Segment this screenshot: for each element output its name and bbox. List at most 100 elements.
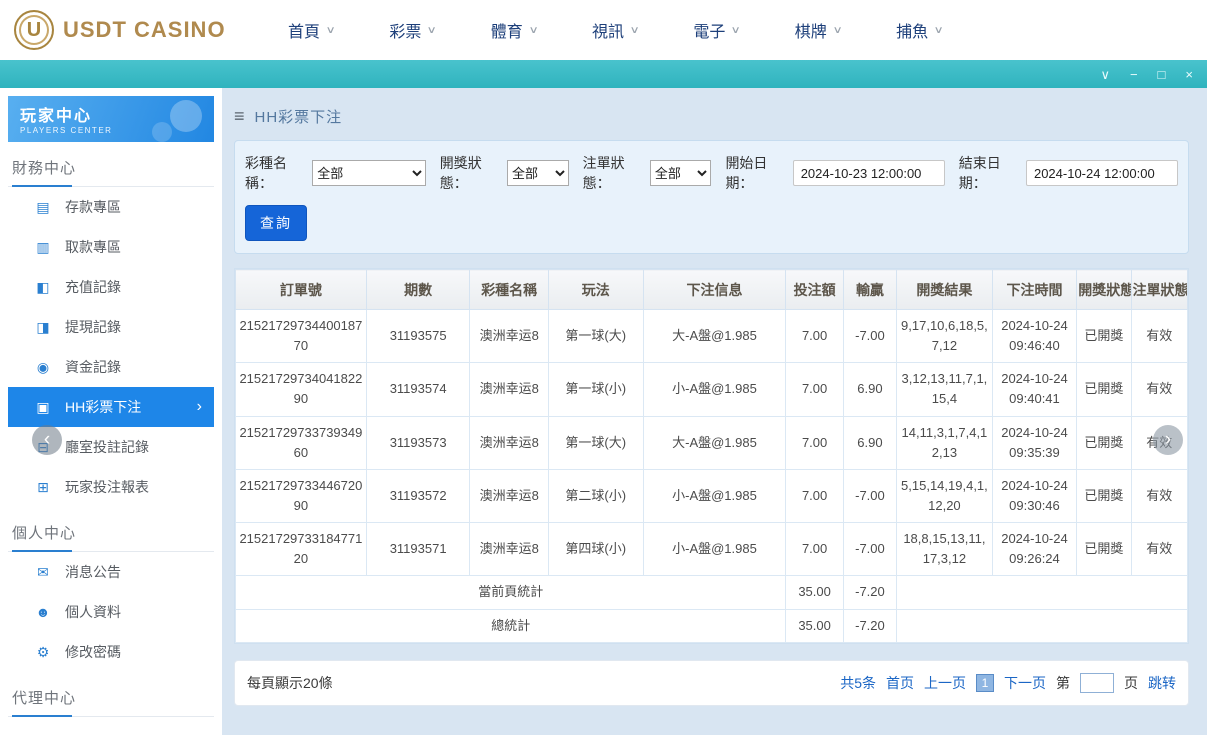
table-cell: 已開獎 <box>1076 468 1132 524</box>
table-cell: 第四球(小) <box>547 522 644 577</box>
table-row: 2152172973373934960 31193573 澳洲幸运8 第一球(大) 大-… <box>235 415 1189 470</box>
nav-item-label: 電子 <box>693 24 726 41</box>
window-dropdown-button[interactable]: ∨ <box>1100 68 1110 81</box>
table-cell: 大-A盤@1.985 <box>642 308 787 364</box>
lottery-name-select[interactable]: 全部 <box>312 160 426 186</box>
end-date-label: 結束日期： <box>958 155 1001 191</box>
nav-item-home[interactable]: 首頁 ∨ <box>288 18 336 42</box>
table-cell: 7.00 <box>785 468 844 524</box>
start-date-input[interactable] <box>792 160 945 186</box>
table-cell: 31193575 <box>365 308 471 364</box>
draw-status-select[interactable]: 全部 <box>507 160 569 186</box>
sidebar-item-hh-lottery-bets[interactable]: ▣ HH彩票下注 › <box>8 387 214 427</box>
summary-bet-total: 35.00 <box>785 575 844 610</box>
pagination-controls: 共5条 首页 上一页 1 下一页 第 页 跳转 <box>840 672 1176 693</box>
sidebar-item-withdraw[interactable]: ▥ 取款專區 <box>8 227 214 267</box>
sidebar-item-label: 存款專區 <box>65 199 121 215</box>
page-suffix-label: 页 <box>1124 674 1138 691</box>
table-cell: 有效 <box>1130 362 1189 417</box>
next-page-link[interactable]: 下一页 <box>1004 673 1046 693</box>
withdrawal-records-icon: ◨ <box>36 318 50 335</box>
column-header: 下注時間 <box>991 269 1078 310</box>
first-page-link[interactable]: 首页 <box>886 673 914 693</box>
table-cell: 2152172973373934960 <box>235 415 367 470</box>
order-status-select[interactable]: 全部 <box>649 160 712 186</box>
table-body: 2152172973440018770 31193575 澳洲幸运8 第一球(大) 大-… <box>235 308 1189 577</box>
column-header: 開獎狀態 <box>1076 269 1132 310</box>
nav-item-fishing[interactable]: 捕魚 ∨ <box>896 18 944 42</box>
table-row: 2152172973318477120 31193571 澳洲幸运8 第四球(小) 小-… <box>235 522 1189 577</box>
logo-icon: U <box>14 10 54 50</box>
sidebar-item-change-password[interactable]: ⚙ 修改密碼 <box>8 632 214 672</box>
table-cell: 7.00 <box>785 308 844 364</box>
sidebar-item-recharge-records[interactable]: ◧ 充值記錄 <box>8 267 214 307</box>
table-cell: 31193573 <box>365 415 471 470</box>
sidebar-item-label: 取款專區 <box>65 239 121 255</box>
nav-item-label: 首頁 <box>288 24 321 41</box>
current-page-indicator[interactable]: 1 <box>976 673 994 692</box>
nav-item-lottery[interactable]: 彩票 ∨ <box>389 18 437 42</box>
table-cell: 2024-10-24 09:35:39 <box>991 415 1078 470</box>
jump-page-input[interactable] <box>1080 672 1114 693</box>
top-nav-bar: U USDT CASINO 首頁 ∨ 彩票 ∨ 體育 ∨ 視訊 ∨ 電子 ∨ 棋… <box>0 0 1207 60</box>
table-cell: 6.90 <box>842 415 898 470</box>
column-header: 彩種名稱 <box>469 269 549 310</box>
sidebar-item-label: HH彩票下注 <box>65 399 142 415</box>
section-title-personal-center: 個人中心 <box>8 507 214 552</box>
summary-empty-cell <box>896 575 1188 610</box>
hamburger-icon[interactable]: ≡ <box>234 106 245 127</box>
table-row: 2152172973344672090 31193572 澳洲幸运8 第二球(小) 小-… <box>235 468 1189 524</box>
table-cell: 7.00 <box>785 415 844 470</box>
sidebar-item-label: 廳室投註記錄 <box>65 439 149 455</box>
table-cell: 已開獎 <box>1076 362 1132 417</box>
table-cell: 第二球(小) <box>547 468 644 524</box>
window-title-bar: ∨ − □ × <box>0 60 1207 88</box>
logo-text: USDT CASINO <box>63 17 226 42</box>
content-scroll-right-arrow[interactable]: › <box>1153 425 1183 455</box>
window-close-button[interactable]: × <box>1185 68 1193 81</box>
window-minimize-button[interactable]: − <box>1130 68 1138 81</box>
nav-item-sports[interactable]: 體育 ∨ <box>490 18 539 42</box>
lottery-name-label: 彩種名稱： <box>245 155 287 191</box>
main-menu: 首頁 ∨ 彩票 ∨ 體育 ∨ 視訊 ∨ 電子 ∨ 棋牌 ∨ 捕魚 ∨ <box>288 18 944 42</box>
sidebar-item-funds-records[interactable]: ◉ 資金記錄 <box>8 347 214 387</box>
sidebar-item-announcements[interactable]: ✉ 消息公告 <box>8 552 214 592</box>
draw-status-label: 開獎狀態： <box>439 155 482 191</box>
page-prefix-label: 第 <box>1056 674 1070 691</box>
sidebar-item-profile[interactable]: ☻ 個人資料 <box>8 592 214 632</box>
chevron-down-icon: ∨ <box>933 24 944 36</box>
end-date-input[interactable] <box>1025 160 1178 186</box>
nav-item-live-video[interactable]: 視訊 ∨ <box>592 18 640 42</box>
summary-empty-cell <box>896 608 1188 643</box>
window-maximize-button[interactable]: □ <box>1158 68 1166 81</box>
table-cell: 大-A盤@1.985 <box>642 415 787 470</box>
sidebar-item-player-bet-report[interactable]: ⊞ 玩家投注報表 <box>8 467 214 507</box>
sidebar-item-withdrawal-records[interactable]: ◨ 提現記錄 <box>8 307 214 347</box>
section-title-finance-center: 財務中心 <box>8 142 214 187</box>
nav-item-electronic[interactable]: 電子 ∨ <box>693 18 741 42</box>
pagination-bar: 每頁顯示20條 共5条 首页 上一页 1 下一页 第 页 跳转 <box>234 659 1189 706</box>
sidebar: 玩家中心 PLAYERS CENTER 財務中心 ▤ 存款專區 ▥ 取款專區 ◧… <box>0 88 222 735</box>
table-cell: 2024-10-24 09:26:24 <box>991 522 1078 577</box>
search-button[interactable]: 查詢 <box>245 205 307 241</box>
column-header: 訂單號 <box>235 269 367 310</box>
nav-item-board-games[interactable]: 棋牌 ∨ <box>795 18 843 42</box>
prev-page-link[interactable]: 上一页 <box>924 673 966 693</box>
jump-button[interactable]: 跳转 <box>1148 673 1176 693</box>
sidebar-item-label: 消息公告 <box>65 564 121 580</box>
table-cell: 第一球(小) <box>547 362 644 417</box>
column-header: 下注信息 <box>642 269 787 310</box>
nav-item-label: 體育 <box>490 24 523 41</box>
table-cell: -7.00 <box>842 468 898 524</box>
summary-winloss-total: -7.20 <box>842 608 898 643</box>
table-cell: 2024-10-24 09:40:41 <box>991 362 1078 417</box>
sidebar-item-deposit[interactable]: ▤ 存款專區 <box>8 187 214 227</box>
summary-label: 當前頁統計 <box>234 575 787 610</box>
site-logo[interactable]: U USDT CASINO <box>14 10 240 50</box>
sidebar-collapse-arrow[interactable]: ‹ <box>32 425 62 455</box>
table-cell: 2152172973440018770 <box>235 308 367 364</box>
chevron-down-icon: ∨ <box>629 24 640 36</box>
table-cell: 有效 <box>1130 522 1189 577</box>
filter-panel: 彩種名稱： 全部 開獎狀態： 全部 注單狀態： 全部 開始日期： 結束日期： 查… <box>234 140 1189 254</box>
chevron-right-icon: › <box>196 398 202 415</box>
